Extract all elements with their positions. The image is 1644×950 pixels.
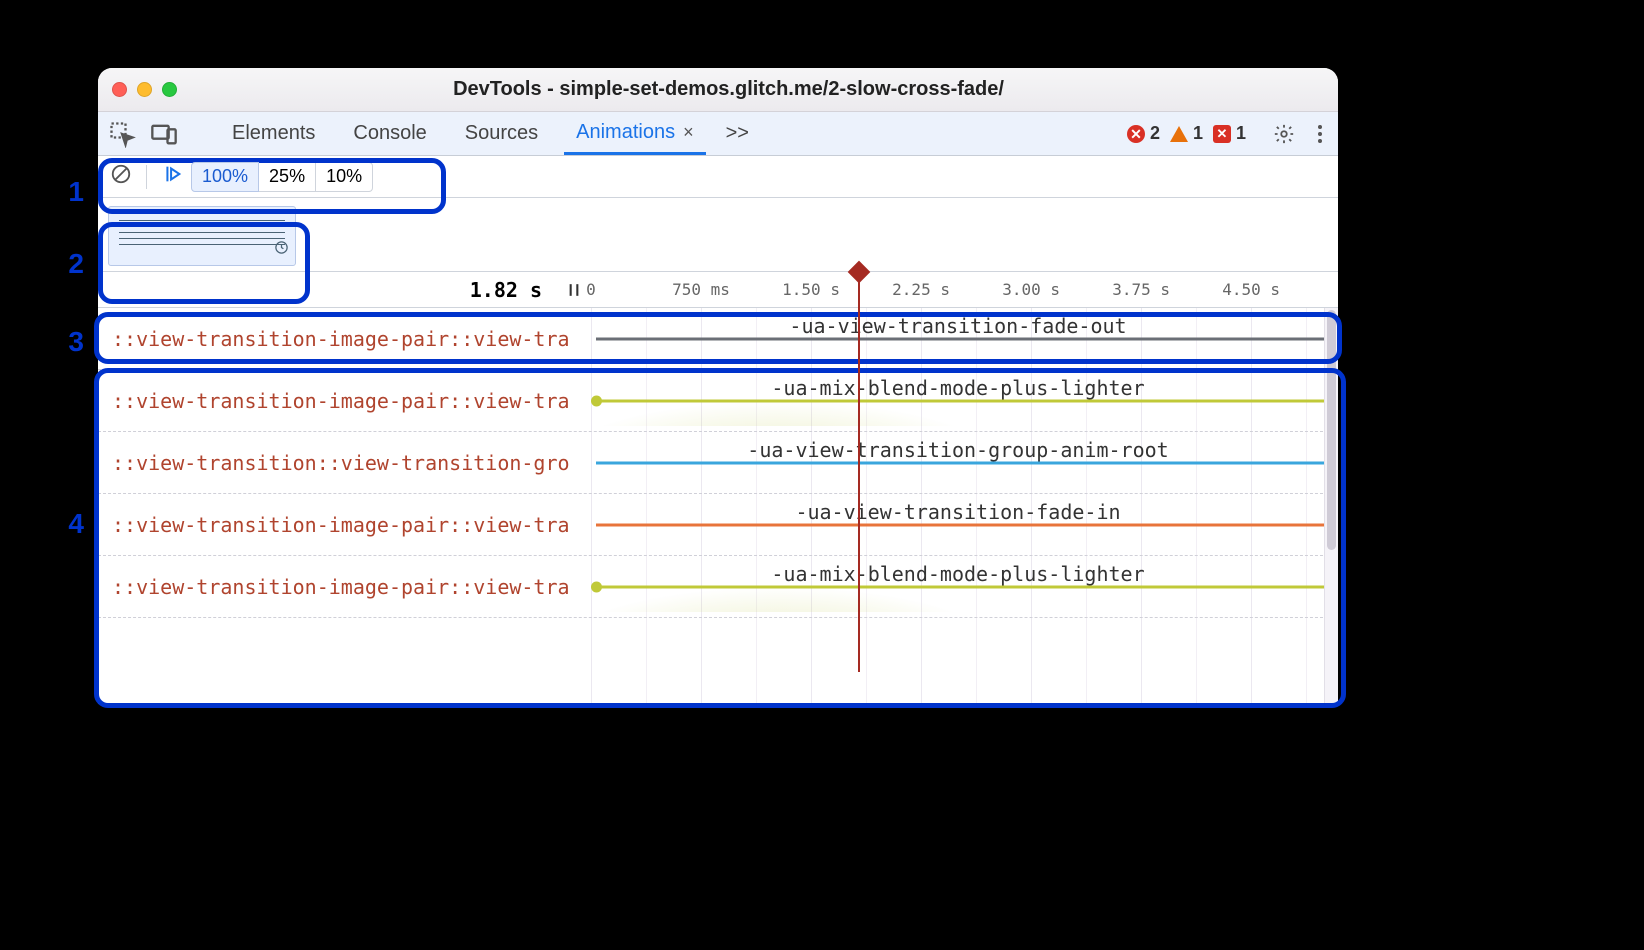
tab-console[interactable]: Console (341, 112, 438, 155)
issues-count: 1 (1236, 123, 1246, 144)
playhead[interactable] (858, 272, 860, 672)
animation-bar[interactable] (596, 337, 1336, 340)
animation-bar[interactable] (596, 461, 1336, 464)
titlebar: DevTools - simple-set-demos.glitch.me/2-… (98, 68, 1338, 112)
animation-bar[interactable] (596, 523, 1336, 526)
track-lane[interactable]: -ua-view-transition-group-anim-root (578, 432, 1338, 493)
speed-25-label: 25% (269, 166, 305, 187)
window-title: DevTools - simple-set-demos.glitch.me/2-… (193, 78, 1264, 101)
warnings-count: 1 (1193, 123, 1203, 144)
timeline-tracks: ::view-transition-image-pair::view-tra-u… (98, 308, 1338, 704)
track-row[interactable]: ::view-transition::view-transition-gro-u… (98, 432, 1338, 494)
status-counters: ✕2 1 ✕1 (1127, 123, 1246, 144)
errors-counter[interactable]: ✕2 (1127, 123, 1160, 144)
track-lane[interactable]: -ua-mix-blend-mode-plus-lighter (578, 556, 1338, 617)
annotation-3-label: 3 (44, 326, 84, 358)
tabs-overflow[interactable]: >> (720, 112, 755, 155)
track-row[interactable]: ::view-transition-image-pair::view-tra-u… (98, 556, 1338, 618)
ruler-tick: 3.75 s (1112, 272, 1170, 307)
minimize-window-button[interactable] (137, 82, 152, 97)
tab-animations-label: Animations (576, 121, 675, 144)
animation-groups-strip (98, 198, 1338, 272)
speed-10-button[interactable]: 10% (315, 162, 373, 192)
inspect-icon[interactable] (108, 120, 136, 148)
clear-icon[interactable] (110, 163, 132, 191)
animation-name-label: -ua-view-transition-fade-in (578, 500, 1338, 524)
tab-elements[interactable]: Elements (220, 112, 327, 155)
device-toolbar-icon[interactable] (150, 120, 178, 148)
errors-count: 2 (1150, 123, 1160, 144)
animation-name-label: -ua-view-transition-group-anim-root (578, 438, 1338, 462)
tabs-overflow-label: >> (726, 122, 749, 145)
track-element-name: ::view-transition-image-pair::view-tra (98, 513, 578, 537)
track-lane[interactable]: -ua-view-transition-fade-in (578, 494, 1338, 555)
speed-100-button[interactable]: 100% (191, 162, 259, 192)
pause-playback-icon[interactable] (564, 280, 584, 300)
animation-bar[interactable] (596, 585, 1336, 588)
vertical-scrollbar[interactable] (1324, 308, 1338, 704)
warnings-counter[interactable]: 1 (1170, 123, 1203, 144)
close-tab-icon[interactable]: × (683, 122, 694, 143)
ruler-tick: 750 ms (672, 272, 730, 307)
speed-100-label: 100% (202, 166, 248, 187)
ruler-tick: 3.00 s (1002, 272, 1060, 307)
speed-25-button[interactable]: 25% (258, 162, 316, 192)
issues-counter[interactable]: ✕1 (1213, 123, 1246, 144)
animations-toolbar: 100% 25% 10% (98, 156, 1338, 198)
annotation-2-label: 2 (44, 248, 84, 280)
speed-buttons: 100% 25% 10% (191, 162, 373, 192)
clock-icon (274, 238, 289, 261)
keyframe-dot[interactable] (591, 395, 602, 406)
track-row[interactable]: ::view-transition-image-pair::view-tra-u… (98, 370, 1338, 432)
ruler-tick: 4.50 s (1222, 272, 1280, 307)
tab-sources[interactable]: Sources (453, 112, 550, 155)
zoom-window-button[interactable] (162, 82, 177, 97)
devtools-window: DevTools - simple-set-demos.glitch.me/2-… (98, 68, 1338, 704)
track-element-name: ::view-transition-image-pair::view-tra (98, 327, 578, 351)
tab-console-label: Console (353, 122, 426, 145)
scrollbar-thumb[interactable] (1327, 310, 1336, 550)
animation-group-thumbnail[interactable] (108, 206, 296, 266)
timeline-ruler[interactable]: 1.82 s 0 750 ms 1.50 s 2.25 s 3.00 s 3.75 s 4.… (98, 272, 1338, 308)
play-pause-icon[interactable] (161, 163, 183, 191)
animation-bar[interactable] (596, 399, 1336, 402)
settings-icon[interactable] (1270, 120, 1298, 148)
main-tabbar: Elements Console Sources Animations × >>… (98, 112, 1338, 156)
ruler-tick: 1.50 s (782, 272, 840, 307)
tab-sources-label: Sources (465, 122, 538, 145)
current-time-label: 1.82 s (98, 278, 558, 302)
window-controls (112, 82, 177, 97)
ruler-tick: 0 (586, 272, 596, 307)
track-row[interactable]: ::view-transition-image-pair::view-tra-u… (98, 308, 1338, 370)
animation-name-label: -ua-view-transition-fade-out (578, 314, 1338, 338)
close-window-button[interactable] (112, 82, 127, 97)
annotation-4-label: 4 (44, 508, 84, 540)
track-element-name: ::view-transition-image-pair::view-tra (98, 389, 578, 413)
track-element-name: ::view-transition-image-pair::view-tra (98, 575, 578, 599)
keyframe-dot[interactable] (591, 581, 602, 592)
tab-elements-label: Elements (232, 122, 315, 145)
tab-animations[interactable]: Animations × (564, 112, 705, 155)
more-menu-icon[interactable] (1312, 125, 1328, 143)
ruler-tick: 2.25 s (892, 272, 950, 307)
track-element-name: ::view-transition::view-transition-gro (98, 451, 578, 475)
track-lane[interactable]: -ua-view-transition-fade-out (578, 308, 1338, 369)
track-lane[interactable]: -ua-mix-blend-mode-plus-lighter (578, 370, 1338, 431)
annotation-1-label: 1 (44, 176, 84, 208)
speed-10-label: 10% (326, 166, 362, 187)
track-row[interactable]: ::view-transition-image-pair::view-tra-u… (98, 494, 1338, 556)
